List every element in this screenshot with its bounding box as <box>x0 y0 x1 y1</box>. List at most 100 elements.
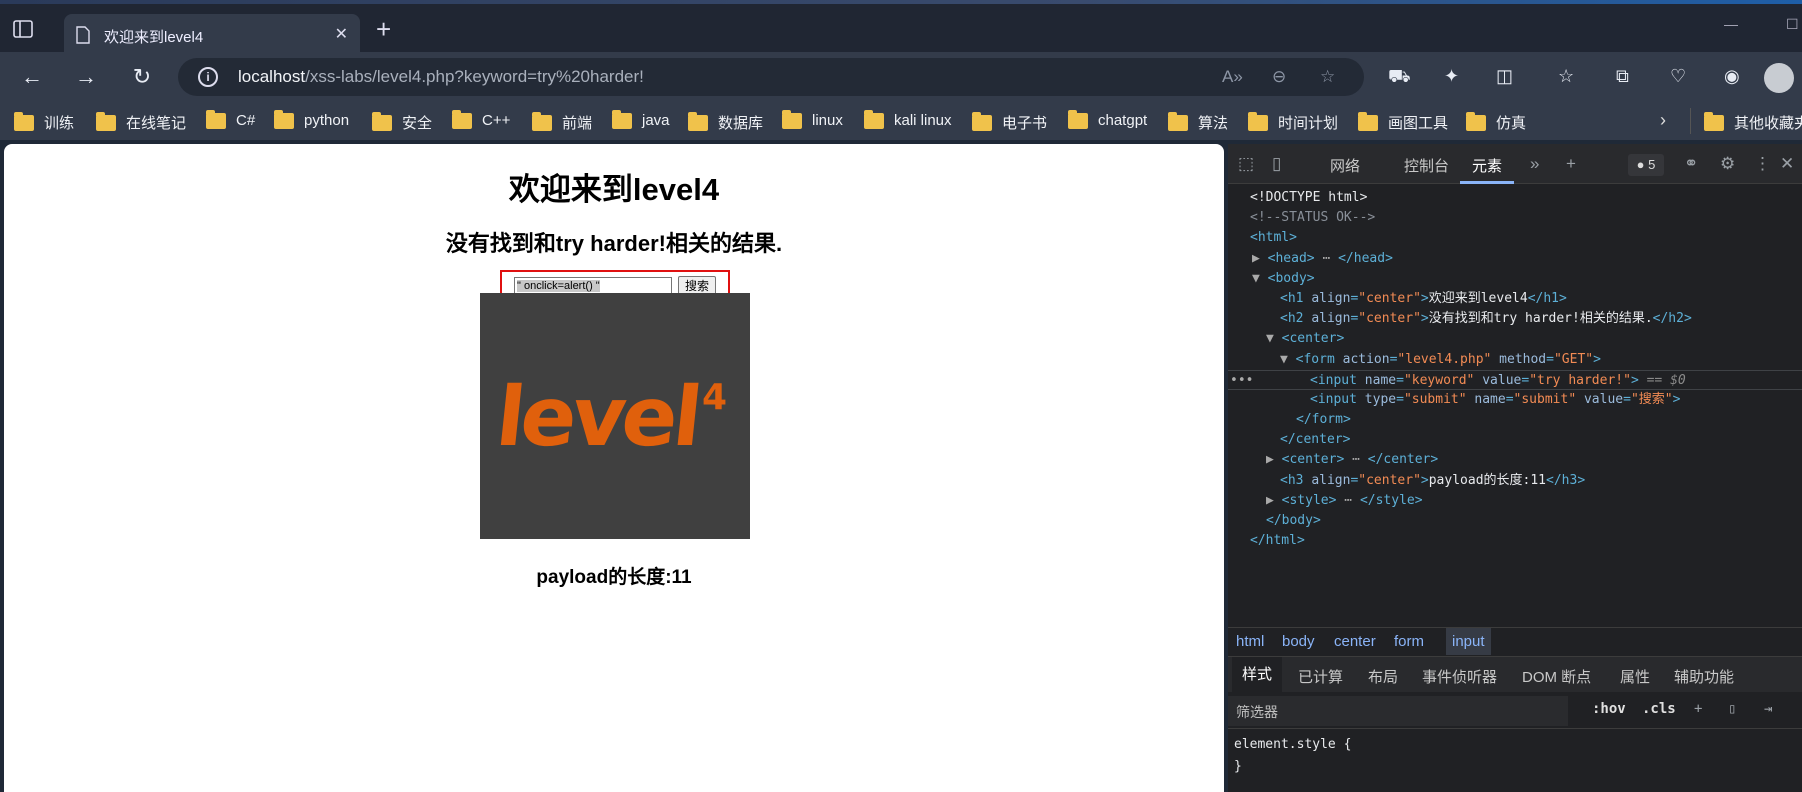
dom-node[interactable]: <html> <box>1228 228 1802 248</box>
level4-logo-image: level 4 <box>480 293 750 539</box>
zoom-icon[interactable]: ⊖ <box>1272 67 1286 87</box>
style-selector[interactable]: element.style { <box>1234 734 1351 756</box>
dom-tree: <!DOCTYPE html> <!--STATUS OK--> <html> … <box>1228 188 1802 551</box>
bookmark-folder[interactable]: 电子书 <box>972 111 1047 133</box>
issues-badge[interactable]: ● 5 <box>1628 154 1664 176</box>
device-toolbar-icon[interactable]: ▯ <box>1272 154 1281 174</box>
connections-icon[interactable]: ⚭ <box>1684 154 1698 174</box>
tab-properties[interactable]: 属性 <box>1620 666 1650 687</box>
tab-computed[interactable]: 已计算 <box>1298 666 1343 687</box>
folder-icon <box>1358 111 1378 131</box>
bookmark-folder[interactable]: 时间计划 <box>1248 111 1338 133</box>
extensions-puzzle-icon[interactable]: ✦ <box>1444 66 1459 87</box>
folder-icon <box>1168 111 1188 131</box>
dom-node[interactable]: <h1 align="center">欢迎来到level4</h1> <box>1228 289 1802 309</box>
close-devtools-icon[interactable]: ✕ <box>1780 154 1794 174</box>
bookmark-folder[interactable]: C++ <box>452 109 510 129</box>
collections-icon[interactable]: ⧉ <box>1616 66 1629 87</box>
minimize-icon[interactable]: — <box>1724 16 1738 32</box>
tab-network[interactable]: 网络 <box>1330 155 1360 176</box>
styles-tabbar: 样式 已计算 布局 事件侦听器 DOM 断点 属性 辅助功能 <box>1228 656 1802 693</box>
maximize-icon[interactable]: ☐ <box>1786 16 1799 33</box>
site-info-icon[interactable]: i <box>198 67 218 87</box>
dom-node[interactable]: ▶ <center> ⋯ </center> <box>1228 450 1802 470</box>
chevron-right-icon[interactable]: › <box>1660 110 1666 131</box>
tab-actions-icon[interactable] <box>12 18 34 40</box>
tab-level4[interactable]: 欢迎来到level4 ✕ <box>64 14 360 56</box>
bookmark-folder[interactable]: C# <box>206 109 255 129</box>
bookmark-folder[interactable]: linux <box>782 109 843 129</box>
filter-input[interactable]: 筛选器 <box>1228 696 1568 726</box>
bookmark-folder[interactable]: 画图工具 <box>1358 111 1448 133</box>
more-options-icon[interactable]: ⋮ <box>1754 154 1771 174</box>
bookmark-folder[interactable]: 前端 <box>532 111 592 133</box>
cls-toggle[interactable]: .cls <box>1642 701 1676 717</box>
result-message: 没有找到和try harder!相关的结果. <box>445 231 783 256</box>
dom-node[interactable]: <h2 align="center">没有找到和try harder!相关的结果… <box>1228 309 1802 329</box>
tab-layout[interactable]: 布局 <box>1368 666 1398 687</box>
profile-avatar[interactable] <box>1764 63 1794 93</box>
tab-event-listeners[interactable]: 事件侦听器 <box>1422 666 1497 687</box>
read-aloud-icon[interactable]: A» <box>1222 67 1243 87</box>
bookmark-folder[interactable]: 训练 <box>14 111 74 133</box>
dom-node[interactable]: ▼ <center> <box>1228 329 1802 349</box>
close-tab-icon[interactable]: ✕ <box>335 24 348 44</box>
other-favorites-folder[interactable]: 其他收藏夹 <box>1704 111 1802 133</box>
tab-console[interactable]: 控制台 <box>1404 155 1449 176</box>
inspect-icon[interactable]: ⬚ <box>1238 154 1254 174</box>
paint-brush-icon[interactable]: ▯ <box>1728 701 1736 717</box>
dom-node[interactable]: ▶ <style> ⋯ </style> <box>1228 491 1802 511</box>
split-screen-icon[interactable]: ◫ <box>1496 66 1513 87</box>
dom-node[interactable]: ▶ <head> ⋯ </head> <box>1228 249 1802 269</box>
dom-node[interactable]: <!DOCTYPE html> <box>1228 188 1802 208</box>
tab-dom-breakpoints[interactable]: DOM 断点 <box>1522 666 1591 687</box>
bookmark-folder[interactable]: chatgpt <box>1068 109 1147 129</box>
breadcrumb-center[interactable]: center <box>1334 633 1376 650</box>
back-button[interactable]: ← <box>18 64 46 90</box>
dom-node[interactable]: </body> <box>1228 511 1802 531</box>
breadcrumb-body[interactable]: body <box>1282 633 1315 650</box>
dom-node[interactable]: ▼ <body> <box>1228 269 1802 289</box>
bookmark-folder[interactable]: python <box>274 109 349 129</box>
tab-styles[interactable]: 样式 <box>1232 657 1283 693</box>
dom-node[interactable]: ▼ <form action="level4.php" method="GET"… <box>1228 350 1802 370</box>
tab-accessibility[interactable]: 辅助功能 <box>1674 666 1734 687</box>
dom-node[interactable]: <!--STATUS OK--> <box>1228 208 1802 228</box>
bookmark-folder[interactable]: 算法 <box>1168 111 1228 133</box>
settings-gear-icon[interactable]: ⚙ <box>1720 154 1735 174</box>
tab-elements[interactable]: 元素 <box>1472 155 1502 176</box>
dom-node[interactable]: <input type="submit" name="submit" value… <box>1228 390 1802 410</box>
folder-icon <box>864 109 884 129</box>
bookmark-folder[interactable]: 数据库 <box>688 111 763 133</box>
dom-node[interactable]: </form> <box>1228 410 1802 430</box>
bookmark-folder[interactable]: kali linux <box>864 109 952 129</box>
extension-icon[interactable]: ⛟ <box>1388 66 1411 90</box>
new-style-rule-icon[interactable]: + <box>1694 701 1702 717</box>
breadcrumb-form[interactable]: form <box>1394 633 1424 650</box>
dom-node[interactable]: </html> <box>1228 531 1802 551</box>
hov-toggle[interactable]: :hov <box>1592 701 1626 717</box>
bookmark-folder[interactable]: java <box>612 109 670 129</box>
dom-node[interactable]: <h3 align="center">payload的长度:11</h3> <box>1228 471 1802 491</box>
toggle-sidebar-icon[interactable]: ⇥ <box>1764 701 1772 717</box>
add-tab-icon[interactable]: + <box>1566 154 1576 174</box>
bookmark-folder[interactable]: 仿真 <box>1466 111 1526 133</box>
bookmark-folder[interactable]: 安全 <box>372 111 432 133</box>
folder-icon <box>96 111 116 131</box>
breadcrumb-input[interactable]: input <box>1446 628 1491 655</box>
bookmark-folder[interactable]: 在线笔记 <box>96 111 186 133</box>
active-tab-indicator <box>1460 181 1514 184</box>
browser-essentials-icon[interactable]: ♡ <box>1670 66 1686 87</box>
url-text[interactable]: localhost/xss-labs/level4.php?keyword=tr… <box>238 67 644 87</box>
favorites-icon[interactable]: ☆ <box>1558 66 1574 87</box>
edge-icon[interactable]: ◉ <box>1724 66 1740 87</box>
forward-button[interactable]: → <box>72 64 100 90</box>
refresh-button[interactable]: ↻ <box>128 64 156 90</box>
address-bar[interactable]: i localhost/xss-labs/level4.php?keyword=… <box>178 58 1364 96</box>
dom-node-selected[interactable]: ••• <input name="keyword" value="try hard… <box>1228 369 1802 390</box>
favorite-star-icon[interactable]: ☆ <box>1320 67 1335 87</box>
dom-node[interactable]: </center> <box>1228 430 1802 450</box>
new-tab-button[interactable]: + <box>376 16 391 42</box>
breadcrumb-html[interactable]: html <box>1236 633 1264 650</box>
more-tabs-icon[interactable]: » <box>1530 154 1539 174</box>
